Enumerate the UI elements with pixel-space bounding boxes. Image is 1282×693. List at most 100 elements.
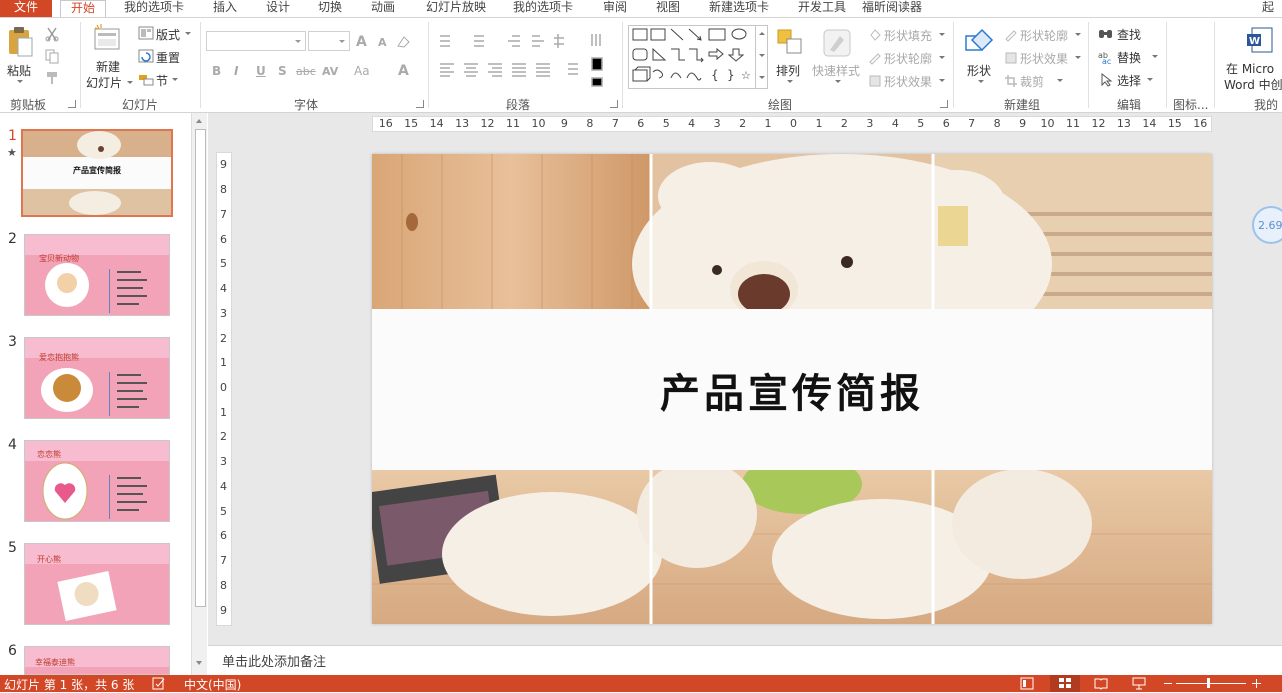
drawing-launcher[interactable] [940,100,948,108]
font-size-select[interactable] [308,31,350,51]
thumbnails-scrollbar[interactable] [191,113,207,675]
shape-effects-label[interactable]: 形状效果 [884,73,932,90]
newgroup-effects-label[interactable]: 形状效果 [1020,50,1068,67]
tab-my-tab-2[interactable]: 我的选项卡 [513,0,573,17]
reading-view-icon[interactable] [1094,677,1108,690]
font-family-select[interactable] [206,31,306,51]
slide-title[interactable]: 产品宣传简报 [372,361,1212,419]
clear-format-icon[interactable] [396,34,412,50]
tab-overflow[interactable]: 起 [1262,0,1274,17]
reset-label[interactable]: 重置 [156,49,180,66]
replace-label[interactable]: 替换 [1117,49,1141,66]
slide-sorter-view-active[interactable] [1050,675,1080,692]
arrange-button[interactable]: 排列 [772,26,808,90]
tab-transitions[interactable]: 切换 [318,0,342,17]
bold-button[interactable]: B [212,64,221,78]
format-painter-icon[interactable] [44,70,60,86]
shrink-font-button[interactable]: A [378,36,387,49]
tab-view[interactable]: 视图 [656,0,680,17]
font-color-button[interactable]: A [398,63,409,79]
select-cursor-icon[interactable] [1100,73,1114,87]
newgroup-outline-icon[interactable] [1004,28,1018,42]
slide-thumbnail-4[interactable]: 恋恋熊 [24,440,170,522]
slide-thumbnail-6[interactable]: 幸福泰迪熊 [24,646,170,675]
section-label[interactable]: 节 [156,72,168,89]
select-label[interactable]: 选择 [1117,72,1141,89]
shape-outline-label[interactable]: 形状轮廓 [884,50,932,67]
language-status[interactable]: 中文(中国) [184,676,241,693]
find-label[interactable]: 查找 [1117,26,1141,43]
slideshow-view-icon[interactable] [1132,677,1146,690]
ruler-tick-label: 5 [917,117,925,130]
grow-font-button[interactable]: A [356,34,367,50]
slide-thumbnail-1[interactable]: 产品宣传简报 [21,129,173,217]
cut-icon[interactable] [44,26,60,42]
zoom-slider-thumb[interactable] [1207,678,1210,688]
replace-icon[interactable]: abac [1098,50,1114,64]
section-icon[interactable] [138,72,154,86]
slide-thumbnail-2[interactable]: 宝贝新动物 [24,234,170,316]
layout-dropdown-icon [185,32,191,35]
underline-button[interactable]: U [256,64,266,78]
scroll-up-icon[interactable] [196,119,202,123]
tab-home[interactable]: 开始 [60,0,106,17]
paragraph-launcher[interactable] [610,100,618,108]
find-icon[interactable] [1098,27,1114,41]
reset-icon[interactable] [138,49,154,63]
ribbon-tabs: 文件 开始 我的选项卡 插入 设计 切换 动画 幻灯片放映 我的选项卡 审阅 视… [0,0,1282,17]
copy-icon[interactable] [44,48,60,64]
quick-styles-button[interactable]: 快速样式 [812,26,864,90]
newgroup-effects-icon[interactable] [1004,51,1018,65]
word-handout-button[interactable]: W 在 Micro Word 中创 [1222,26,1282,90]
zoom-out-icon[interactable] [1164,683,1172,684]
crop-dropdown-icon [1057,79,1063,82]
tab-slideshow[interactable]: 幻灯片放映 [426,0,486,17]
shapes-gallery-scroll[interactable] [756,25,768,89]
tab-review[interactable]: 审阅 [603,0,627,17]
tab-design[interactable]: 设计 [266,0,290,17]
slide-thumbnail-5[interactable]: 开心熊 [24,543,170,625]
quick-styles-icon [823,29,851,57]
notes-pane[interactable]: 单击此处添加备注 [208,645,1282,675]
tab-insert[interactable]: 插入 [213,0,237,17]
ribbon: 粘贴 剪贴板 新建 幻灯片 版式 重置 节 幻灯片 A A B I U S ab… [0,17,1282,129]
zoom-slider[interactable] [1176,678,1246,688]
paragraph-tools-icon[interactable] [436,32,626,92]
spellcheck-icon[interactable] [152,677,166,690]
svg-text:W: W [1249,36,1260,47]
change-case-button[interactable]: Aa [354,64,370,78]
tab-file[interactable]: 文件 [0,0,52,17]
paste-button[interactable]: 粘贴 [4,22,36,84]
shapes-gallery[interactable]: {} ☆ [628,25,756,89]
shadow-button[interactable]: S [278,64,287,78]
shape-effects-icon[interactable] [868,74,882,88]
tab-developer[interactable]: 开发工具 [798,0,846,17]
scroll-thumb[interactable] [195,129,206,607]
newgroup-outline-label[interactable]: 形状轮廓 [1020,27,1068,44]
normal-view-icon[interactable] [1020,677,1034,690]
strikethrough-button[interactable]: abc [296,65,316,78]
zoom-badge[interactable]: 2.69 [1252,206,1282,244]
new-slide-button[interactable]: 新建 幻灯片 [86,24,133,90]
font-launcher[interactable] [416,100,424,108]
crop-icon[interactable] [1004,74,1018,88]
scroll-down-icon[interactable] [196,661,202,665]
italic-button[interactable]: I [234,64,238,78]
shape-button[interactable]: 形状 [960,26,1000,90]
shape-outline-icon[interactable] [868,51,882,65]
layout-label[interactable]: 版式 [156,26,180,43]
slide-canvas[interactable]: 产品宣传简报 [372,154,1212,624]
shape-fill-icon[interactable] [868,28,882,42]
tab-my-tab[interactable]: 我的选项卡 [124,0,184,17]
clipboard-launcher[interactable] [68,100,76,108]
zoom-in-icon[interactable] [1252,679,1261,688]
tab-new-tab[interactable]: 新建选项卡 [709,0,769,17]
new-slide-dropdown-icon [127,81,133,84]
layout-icon[interactable] [138,26,154,40]
tab-foxit[interactable]: 福昕阅读器 [862,0,922,17]
tab-animations[interactable]: 动画 [371,0,395,17]
char-spacing-button[interactable]: AV [322,65,338,78]
slide-thumbnail-3[interactable]: 爱恋抱抱熊 [24,337,170,419]
shape-fill-label[interactable]: 形状填充 [884,27,932,44]
crop-label[interactable]: 裁剪 [1020,73,1044,90]
